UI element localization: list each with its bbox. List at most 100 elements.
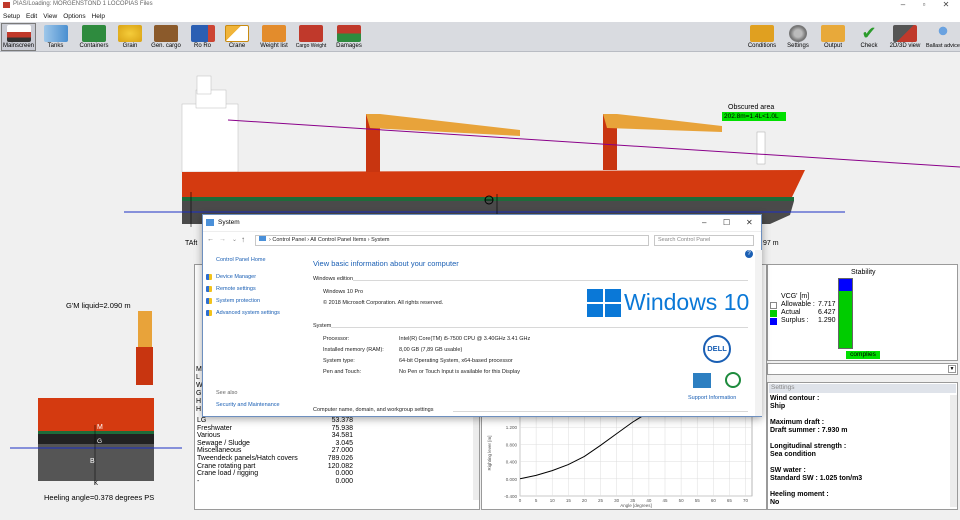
gen-cargo-button[interactable]: Gen. cargo xyxy=(148,23,184,51)
system-scrollbar[interactable] xyxy=(755,250,762,416)
shield-icon xyxy=(206,310,212,316)
vcg-bar xyxy=(838,278,853,349)
crane-jib-2 xyxy=(603,114,722,132)
crate-icon xyxy=(154,25,178,42)
crane-jib-1 xyxy=(366,114,520,136)
menu-edit[interactable]: Edit xyxy=(23,12,40,21)
close-button[interactable]: ✕ xyxy=(935,0,957,9)
control-panel-icon xyxy=(259,236,266,241)
table-row[interactable]: LG 53.378 xyxy=(195,417,355,425)
address-bar[interactable]: › Control Panel › All Control Panel Item… xyxy=(255,235,649,246)
crane-button[interactable]: Crane xyxy=(221,23,253,51)
condition-select[interactable]: ▼ xyxy=(767,363,958,375)
x-tick-label: 0 xyxy=(519,498,522,503)
mark-b: B xyxy=(90,458,95,465)
help-icon[interactable]: ? xyxy=(745,250,753,258)
gear-icon xyxy=(789,25,807,42)
weight-list-button[interactable]: Weight list xyxy=(257,23,291,51)
ship-icon xyxy=(6,25,31,42)
menu-setup[interactable]: Setup xyxy=(0,12,23,21)
containers-button[interactable]: Containers xyxy=(76,23,112,51)
conditions-icon xyxy=(750,25,774,42)
x-tick-label: 60 xyxy=(711,498,717,503)
table-row[interactable]: Miscellaneous 27.000 xyxy=(195,447,355,455)
complies-badge: complies xyxy=(846,351,880,359)
x-tick-label: 50 xyxy=(679,498,685,503)
system-type-value: 64-bit Operating System, x64-based proce… xyxy=(399,358,513,364)
x-tick-label: 10 xyxy=(550,498,556,503)
grain-button[interactable]: Grain xyxy=(115,23,145,51)
section-hull-green xyxy=(38,431,154,434)
up-icon[interactable]: ↑ xyxy=(241,235,245,244)
weights-table: LG 53.378 Freshwater 75.938 Various 34.581 … xyxy=(195,417,355,485)
stability-title: Stability xyxy=(851,269,876,276)
mainscreen-button[interactable]: Mainscreen xyxy=(1,23,36,51)
breadcrumb-control-panel[interactable]: Control Panel xyxy=(272,237,305,243)
system-protection-link[interactable]: System protection xyxy=(216,298,260,304)
tanks-button[interactable]: Tanks xyxy=(39,23,72,51)
superstructure xyxy=(181,103,239,173)
back-icon[interactable]: ← xyxy=(207,236,214,243)
surplus-value: 1.290 xyxy=(818,317,836,324)
ballast-advice-button[interactable]: Ballast advice xyxy=(925,23,960,51)
menu-options[interactable]: Options xyxy=(60,12,88,21)
settings-scrollbar[interactable] xyxy=(950,395,957,507)
container-icon xyxy=(82,25,106,42)
advanced-settings-link[interactable]: Advanced system settings xyxy=(216,310,280,316)
table-row[interactable]: Crane rotating part 120.082 xyxy=(195,463,355,471)
funnel xyxy=(196,75,212,95)
minimize-button[interactable]: – xyxy=(892,0,914,9)
system-window: System – ☐ ✕ ← → ⌄ ↑ › Control Panel › A… xyxy=(202,214,762,417)
menu-view[interactable]: View xyxy=(40,12,60,21)
gz-chart: 1.6001.2000.8000.4000.000-0.400051015202… xyxy=(487,408,753,508)
view-2d3d-button[interactable]: 2D/3D view xyxy=(887,23,923,51)
weights-scrollbar[interactable] xyxy=(473,415,479,500)
support-information-link[interactable]: Support Information xyxy=(688,395,736,401)
restore-button[interactable]: ▫ xyxy=(913,0,935,9)
menu-help[interactable]: Help xyxy=(89,12,108,21)
shield-icon xyxy=(206,286,212,292)
forward-icon[interactable]: → xyxy=(219,236,226,243)
damages-button[interactable]: Damages xyxy=(332,23,366,51)
table-row[interactable]: Tweendeck panels/Hatch covers 789.026 xyxy=(195,455,355,463)
device-manager-link[interactable]: Device Manager xyxy=(216,274,256,280)
table-row[interactable]: Various 34.581 xyxy=(195,432,355,440)
remote-settings-link[interactable]: Remote settings xyxy=(216,286,256,292)
mark-k: K xyxy=(94,481,99,487)
breadcrumb-all-items[interactable]: All Control Panel Items xyxy=(310,237,366,243)
window-title: PIAS/Loading: MORGENSTOND 1 LOCOPIAS Fil… xyxy=(13,1,153,7)
system-header: System xyxy=(313,323,332,329)
minimize-button[interactable]: – xyxy=(702,218,706,227)
chevron-down-icon[interactable]: ▼ xyxy=(948,365,956,373)
table-row[interactable]: Freshwater 75.938 xyxy=(195,425,355,433)
heeling-label: Heeling angle=0.378 degrees PS xyxy=(44,493,155,502)
settings-button[interactable]: Settings xyxy=(782,23,814,51)
roro-button[interactable]: Ro Ro xyxy=(187,23,218,51)
memory-label: Installed memory (RAM): xyxy=(323,347,384,353)
allowable-label: Allowable : xyxy=(781,301,815,308)
cargo-weight-button[interactable]: Cargo Weight xyxy=(293,23,329,51)
computer-icon xyxy=(206,219,214,226)
control-panel-home-link[interactable]: Control Panel Home xyxy=(216,257,266,263)
x-tick-label: 55 xyxy=(695,498,701,503)
processor-value: Intel(R) Core(TM) i5-7500 CPU @ 3.40GHz … xyxy=(399,336,531,342)
menu-bar: Setup Edit View Options Help xyxy=(0,11,960,22)
security-maintenance-link[interactable]: Security and Maintenance xyxy=(216,402,280,408)
breadcrumb-system[interactable]: System xyxy=(371,237,389,243)
table-row[interactable]: Crane load / rigging 0.000 xyxy=(195,470,355,478)
output-button[interactable]: Output xyxy=(818,23,848,51)
vcg-bar-actual xyxy=(839,290,852,348)
history-chevron-icon[interactable]: ⌄ xyxy=(232,236,237,243)
legend-surplus-swatch xyxy=(770,318,777,325)
search-input[interactable]: Search Control Panel xyxy=(654,235,754,246)
setting-value: Ship xyxy=(770,403,786,410)
close-button[interactable]: ✕ xyxy=(746,218,753,227)
checkmark-icon: ✔ xyxy=(861,23,877,43)
table-row[interactable]: Sewage / Sludge 3.045 xyxy=(195,440,355,448)
table-row[interactable]: -0.000 xyxy=(195,478,355,486)
vcg-label: VCG' [m] xyxy=(781,293,810,300)
conditions-button[interactable]: Conditions xyxy=(744,23,780,51)
check-button[interactable]: ✔ Check xyxy=(854,23,884,51)
y-tick-label: 0.000 xyxy=(506,477,518,482)
maximize-button[interactable]: ☐ xyxy=(723,218,730,227)
